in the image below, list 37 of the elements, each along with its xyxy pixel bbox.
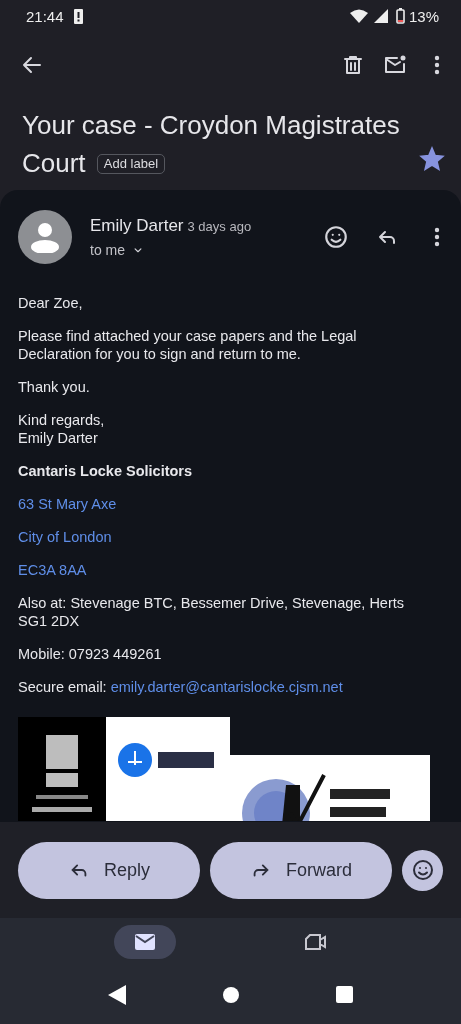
wifi-icon xyxy=(349,9,368,23)
battery-percent: 13% xyxy=(408,7,439,25)
emoji-icon xyxy=(410,858,435,882)
video-camera-icon xyxy=(303,931,328,952)
signature-company: Cantaris Locke Solicitors xyxy=(18,462,194,480)
emoji-icon[interactable] xyxy=(323,224,349,250)
email-subject-line: Your case - Croydon Magistrates xyxy=(22,110,400,140)
address-link[interactable]: 63 St Mary Axe xyxy=(18,496,117,512)
battery-alert-icon xyxy=(73,8,83,24)
email-subject-line: Court xyxy=(22,148,86,178)
clock: 21:44 xyxy=(26,7,64,25)
sent-time: 3 days ago xyxy=(187,219,252,234)
body-text: Secure email: xyxy=(18,679,107,695)
delete-icon[interactable] xyxy=(341,53,365,77)
add-label-button[interactable]: Add label xyxy=(96,154,166,174)
avatar[interactable] xyxy=(18,210,72,264)
body-text: Dear Zoe, xyxy=(18,294,84,312)
address-link[interactable]: City of London xyxy=(18,529,112,545)
body-text: Please find attached your case papers and the Legal Declaration for you to sign and return to me. xyxy=(18,327,358,363)
recipient-text[interactable]: to me xyxy=(90,242,125,258)
sender-name: Emily Darter xyxy=(90,216,184,235)
mail-tab[interactable] xyxy=(114,924,177,959)
reply-button[interactable]: Reply xyxy=(18,841,200,899)
email-link[interactable]: emily.darter@cantarislocke.cjsm.net xyxy=(110,679,343,695)
body-text: Kind regards, Emily Darter xyxy=(18,411,106,447)
address-link[interactable]: EC3A 8AA xyxy=(18,562,87,578)
body-text: Mobile: 07923 449261 xyxy=(18,645,163,663)
signal-icon xyxy=(373,9,388,23)
forward-button[interactable]: Forward xyxy=(210,841,392,899)
back-icon[interactable] xyxy=(108,984,126,1005)
star-icon[interactable] xyxy=(419,146,445,172)
body-text: Thank you. xyxy=(18,378,91,396)
body-text: Also at: Stevenage BTC, Bessemer Drive, Stevenage, Herts SG1 2DX xyxy=(18,594,406,630)
battery-icon xyxy=(395,8,405,24)
home-icon[interactable] xyxy=(222,985,240,1004)
emoji-button[interactable] xyxy=(402,849,443,891)
mail-icon xyxy=(133,931,158,952)
